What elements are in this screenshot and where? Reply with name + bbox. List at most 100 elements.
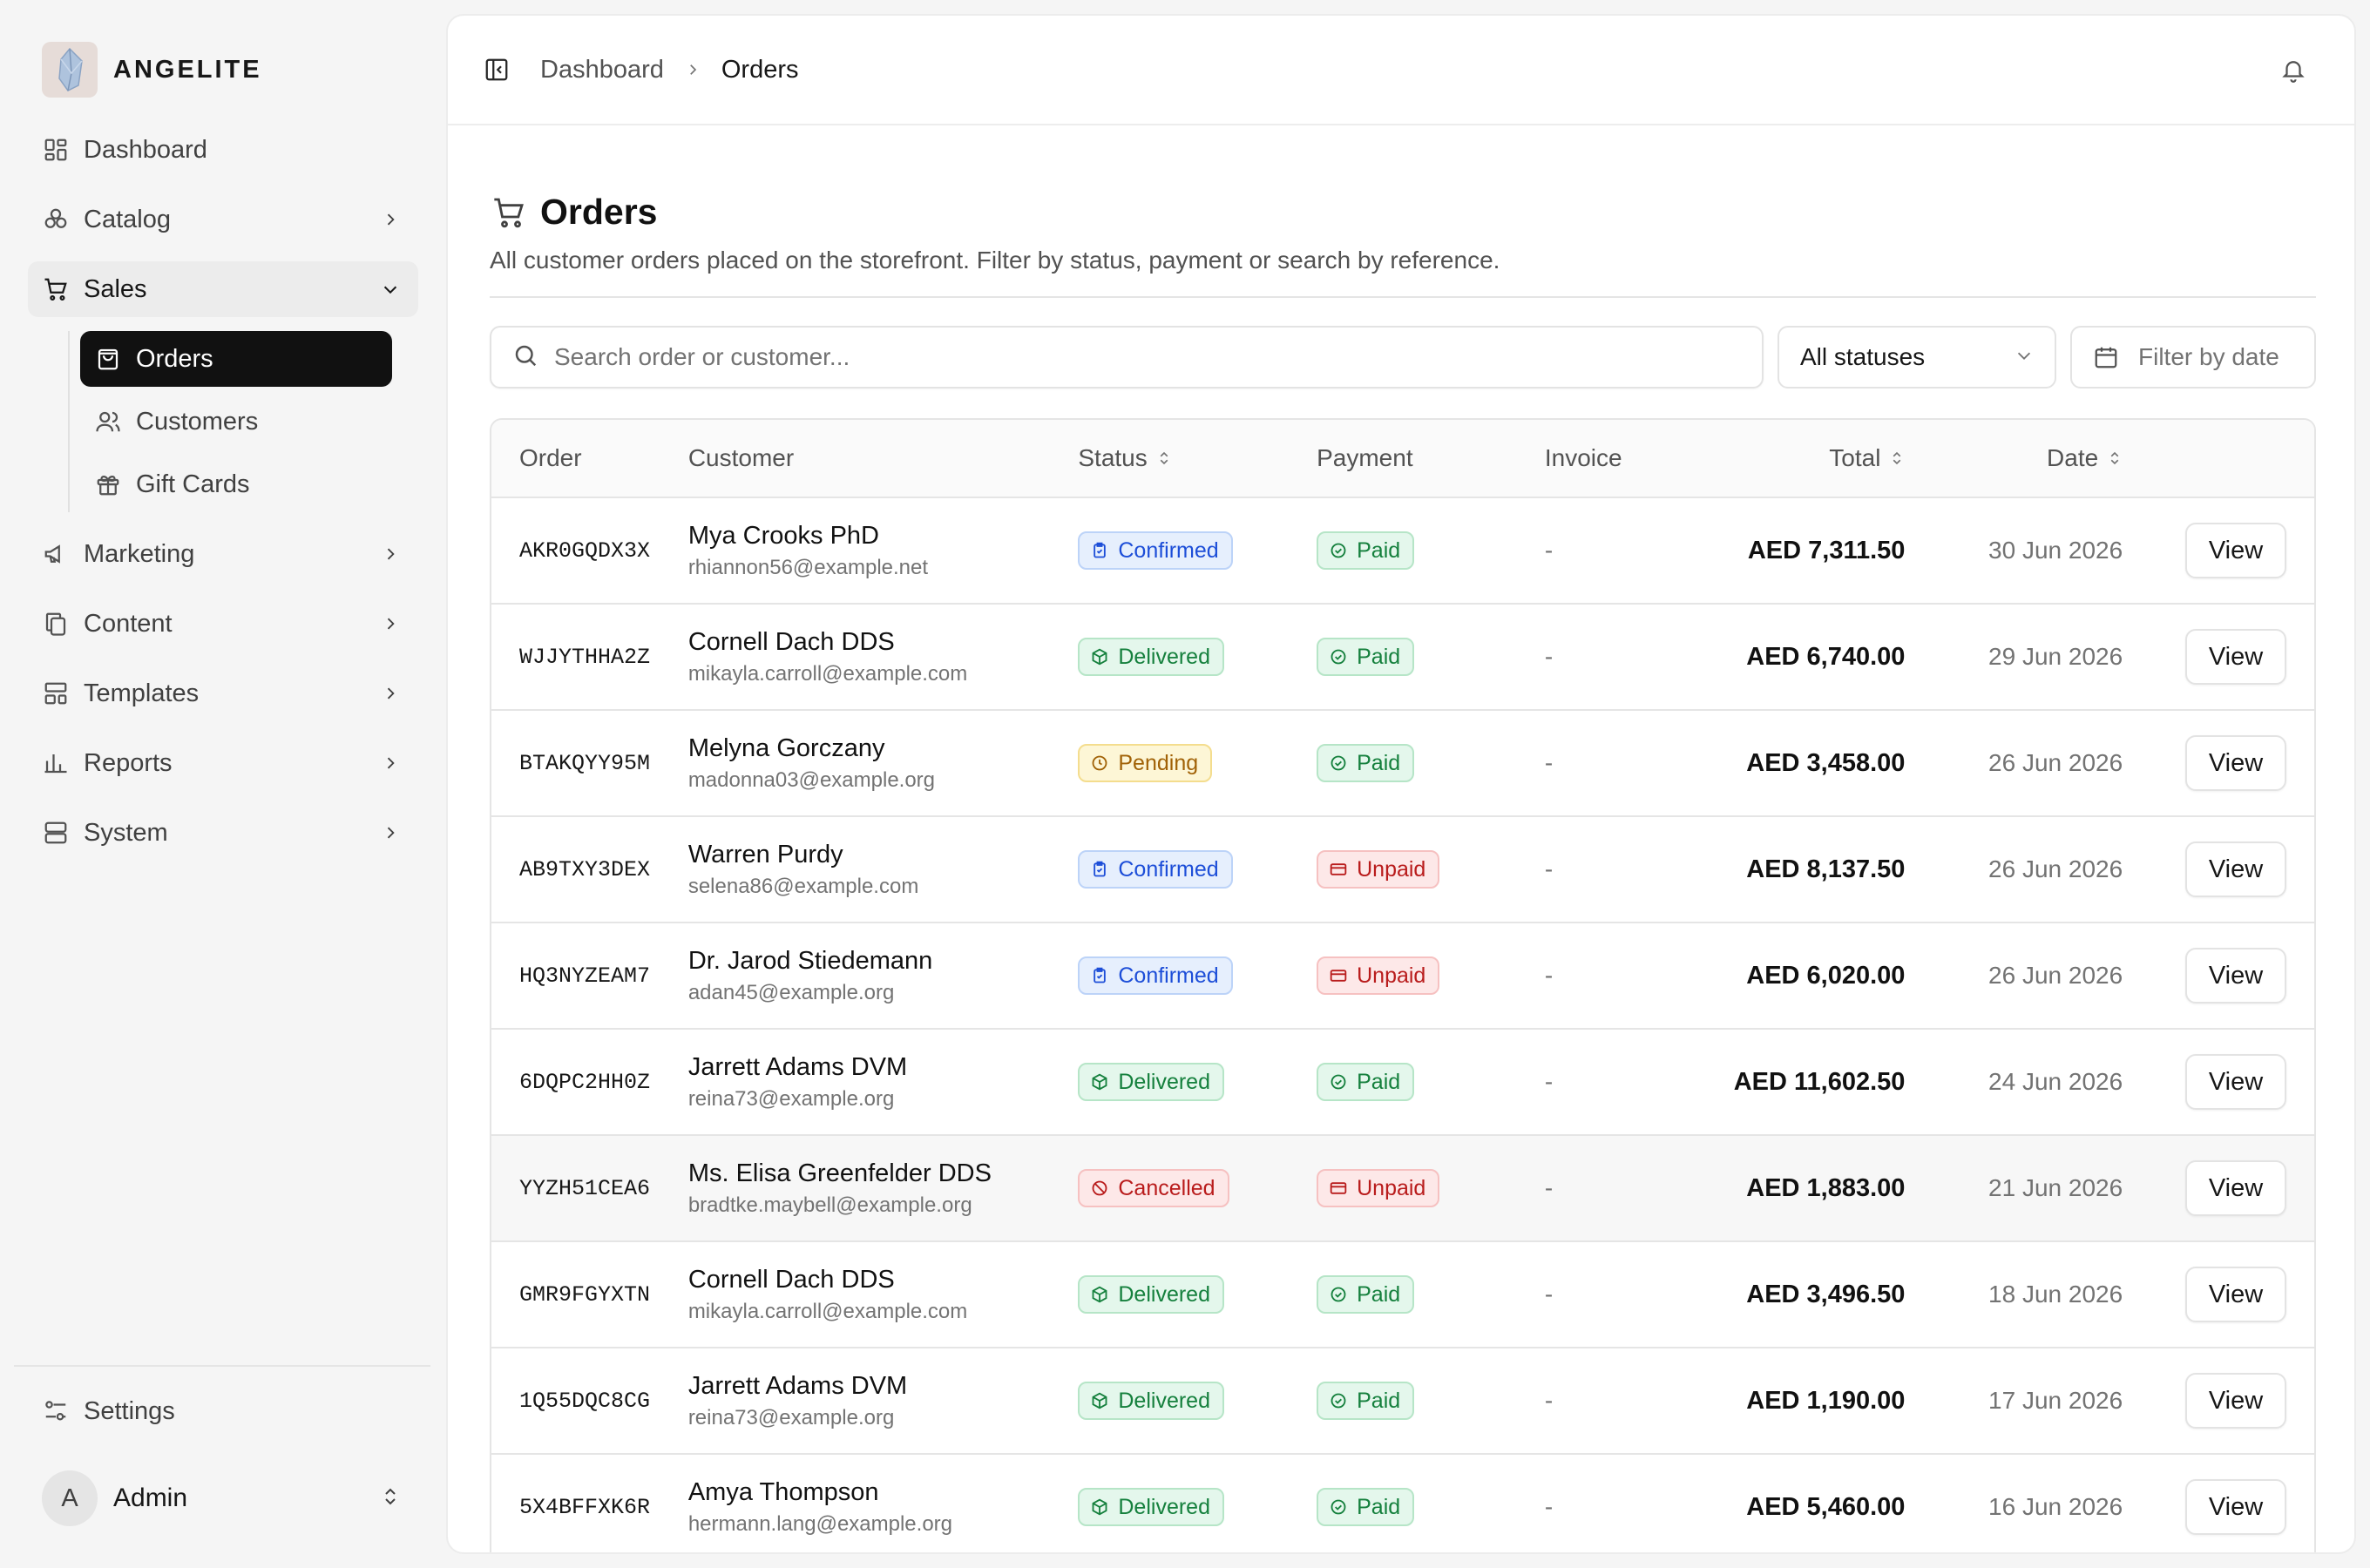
actions-cell: View <box>2123 1160 2314 1216</box>
column-status[interactable]: Status <box>1078 444 1317 472</box>
status-select[interactable]: All statuses <box>1778 326 2056 389</box>
chevron-right-icon <box>380 613 401 634</box>
sidebar-item-content[interactable]: Content <box>28 596 418 652</box>
status-badge: Confirmed <box>1078 850 1233 889</box>
table-row[interactable]: WJJYTHHA2Z Cornell Dach DDS mikayla.carrol… <box>491 605 2314 711</box>
status-cell: Pending <box>1078 744 1317 782</box>
table-row[interactable]: HQ3NYZEAM7 Dr. Jarod Stiedemann adan45@exa… <box>491 923 2314 1030</box>
sidebar-item-customers[interactable]: Customers <box>80 394 392 449</box>
sidebar-item-label: Reports <box>84 748 173 777</box>
customer-email: reina73@example.org <box>687 1405 895 1429</box>
customer-name: Jarrett Adams DVM <box>687 1052 908 1081</box>
brand[interactable]: ANGELITE <box>42 42 262 98</box>
view-button[interactable]: View <box>2185 1160 2286 1216</box>
order-id: GMR9FGYXTN <box>519 1281 651 1308</box>
table-row[interactable]: 1Q55DQC8CG Jarrett Adams DVM reina73@examp… <box>491 1348 2314 1455</box>
table-row[interactable]: 6DQPC2HH0Z Jarrett Adams DVM reina73@examp… <box>491 1030 2314 1136</box>
search-field[interactable] <box>490 326 1764 389</box>
status-badge: Delivered <box>1078 1382 1224 1420</box>
order-id: BTAKQYY95M <box>519 750 651 776</box>
sidebar-item-sales[interactable]: Sales <box>28 261 418 317</box>
calendar-icon <box>2093 344 2119 370</box>
payment-badge: Paid <box>1317 1275 1415 1314</box>
customer-cell: Cornell Dach DDS mikayla.carroll@example.… <box>688 1266 1079 1324</box>
sidebar-item-gift-cards[interactable]: Gift Cards <box>80 456 392 512</box>
actions-cell: View <box>2123 1373 2314 1429</box>
column-date[interactable]: Date <box>1905 444 2123 472</box>
sidebar-nav: Dashboard Catalog Sales Orders Customers… <box>28 122 418 875</box>
check-circle-icon <box>1329 541 1348 560</box>
status-badge: Delivered <box>1078 638 1224 676</box>
catalog-icon <box>42 206 70 233</box>
view-button[interactable]: View <box>2185 1054 2286 1110</box>
table-row[interactable]: GMR9FGYXTN Cornell Dach DDS mikayla.carrol… <box>491 1242 2314 1348</box>
table-row[interactable]: AKR0GQDX3X Mya Crooks PhD rhiannon56@examp… <box>491 498 2314 605</box>
view-button[interactable]: View <box>2185 841 2286 897</box>
customer-cell: Jarrett Adams DVM reina73@example.org <box>688 1372 1079 1430</box>
status-label: Delivered <box>1118 1069 1210 1094</box>
customer-email: bradtke.maybell@example.org <box>687 1193 972 1217</box>
invoice-cell: - <box>1544 1493 1554 1520</box>
sidebar-divider <box>14 1365 430 1367</box>
status-label: Delivered <box>1118 1494 1210 1519</box>
view-button[interactable]: View <box>2185 1267 2286 1322</box>
customer-name: Cornell Dach DDS <box>687 1265 895 1294</box>
status-badge: Confirmed <box>1078 531 1233 570</box>
bell-icon[interactable] <box>2276 52 2311 87</box>
breadcrumb-dashboard[interactable]: Dashboard <box>540 56 664 84</box>
payment-cell: Paid <box>1317 531 1545 570</box>
status-cell: Delivered <box>1078 1275 1317 1314</box>
order-id: AKR0GQDX3X <box>519 537 651 564</box>
payment-label: Paid <box>1357 1069 1401 1094</box>
payment-label: Unpaid <box>1357 856 1426 882</box>
sidebar-item-orders[interactable]: Orders <box>80 331 392 387</box>
table-row[interactable]: BTAKQYY95M Melyna Gorczany madonna03@examp… <box>491 711 2314 817</box>
search-input[interactable] <box>554 343 1687 371</box>
sidebar-item-system[interactable]: System <box>28 805 418 861</box>
payment-cell: Paid <box>1317 744 1545 782</box>
view-button[interactable]: View <box>2185 735 2286 791</box>
payment-cell: Unpaid <box>1317 1169 1545 1207</box>
column-total[interactable]: Total <box>1719 444 1906 472</box>
user-menu[interactable]: A Admin <box>28 1469 418 1528</box>
view-button[interactable]: View <box>2185 523 2286 578</box>
date-filter[interactable]: Filter by date <box>2070 326 2316 389</box>
status-label: Confirmed <box>1118 963 1219 988</box>
payment-badge: Paid <box>1317 744 1415 782</box>
column-label: Total <box>1829 444 1881 471</box>
invoice-cell: - <box>1544 1068 1554 1095</box>
sidebar-settings: Settings <box>28 1383 418 1453</box>
sidebar-item-templates[interactable]: Templates <box>28 666 418 721</box>
sidebar-item-label: Gift Cards <box>136 470 250 498</box>
view-button[interactable]: View <box>2185 948 2286 1004</box>
status-cell: Cancelled <box>1078 1169 1317 1207</box>
sidebar-item-marketing[interactable]: Marketing <box>28 526 418 582</box>
sidebar: ANGELITE Dashboard Catalog Sales Orders … <box>0 0 444 1568</box>
view-button[interactable]: View <box>2185 1373 2286 1429</box>
invoice-cell: - <box>1544 643 1554 670</box>
table-row[interactable]: AB9TXY3DEX Warren Purdy selena86@example.c… <box>491 817 2314 923</box>
customer-email: rhiannon56@example.net <box>687 555 929 579</box>
sidebar-toggle-icon[interactable] <box>479 52 514 87</box>
order-date: 16 Jun 2026 <box>1988 1493 2123 1520</box>
view-button[interactable]: View <box>2185 1479 2286 1535</box>
top-bar: Dashboard Orders <box>448 16 2354 125</box>
status-cell: Confirmed <box>1078 956 1317 995</box>
sidebar-item-dashboard[interactable]: Dashboard <box>28 122 418 178</box>
view-button[interactable]: View <box>2185 629 2286 685</box>
order-date: 17 Jun 2026 <box>1988 1387 2123 1414</box>
table-row[interactable]: YYZH51CEA6 Ms. Elisa Greenfelder DDS bradt… <box>491 1136 2314 1242</box>
actions-cell: View <box>2123 735 2314 791</box>
sidebar-item-catalog[interactable]: Catalog <box>28 192 418 247</box>
payment-cell: Unpaid <box>1317 850 1545 889</box>
customer-email: madonna03@example.org <box>687 767 936 792</box>
order-id: AB9TXY3DEX <box>519 856 651 882</box>
clipboard-check-icon <box>1090 541 1109 560</box>
status-label: Pending <box>1118 750 1199 775</box>
order-total: AED 11,602.50 <box>1733 1067 1906 1096</box>
table-row[interactable]: 5X4BFFXK6R Amya Thompson hermann.lang@exam… <box>491 1455 2314 1552</box>
chevron-right-icon <box>380 822 401 843</box>
sidebar-item-settings[interactable]: Settings <box>28 1383 418 1439</box>
customer-cell: Melyna Gorczany madonna03@example.org <box>688 734 1079 793</box>
sidebar-item-reports[interactable]: Reports <box>28 735 418 791</box>
